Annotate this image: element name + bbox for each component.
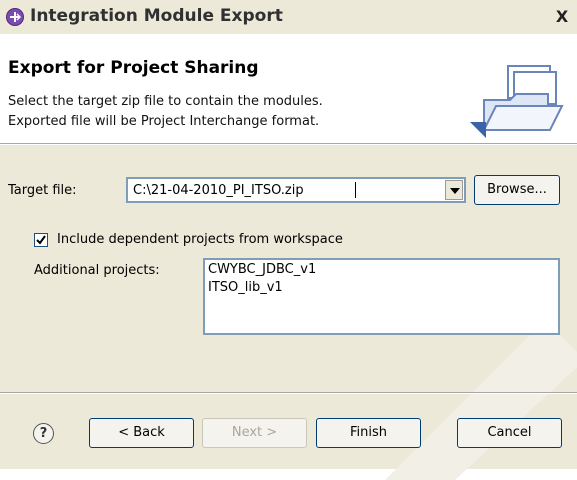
cancel-button[interactable]: Cancel (457, 418, 562, 448)
footer-separator (0, 392, 577, 394)
help-icon[interactable]: ? (33, 423, 54, 444)
additional-projects-list[interactable]: CWYBC_JDBC_v1 ITSO_lib_v1 (203, 258, 560, 335)
target-file-label: Target file: (8, 183, 77, 198)
page-description-line-1: Select the target zip file to contain th… (8, 94, 323, 109)
text-caret (355, 182, 356, 198)
close-button[interactable]: X (551, 7, 573, 28)
next-button[interactable]: Next > (202, 418, 307, 448)
finish-button[interactable]: Finish (316, 418, 421, 448)
page-description-line-2: Exported file will be Project Interchang… (8, 114, 320, 129)
folder-open-icon (470, 60, 566, 146)
back-button[interactable]: < Back (89, 418, 194, 448)
browse-button[interactable]: Browse... (474, 175, 560, 205)
page-title: Export for Project Sharing (8, 58, 259, 78)
include-dependent-checkbox[interactable] (34, 233, 48, 247)
target-file-value[interactable]: C:\21-04-2010_PI_ITSO.zip (133, 183, 304, 198)
additional-projects-label: Additional projects: (34, 263, 160, 278)
list-item[interactable]: CWYBC_JDBC_v1 (208, 262, 316, 277)
checkmark-icon (36, 235, 46, 245)
include-dependent-label[interactable]: Include dependent projects from workspac… (57, 232, 343, 247)
integration-module-icon (6, 8, 24, 26)
list-item[interactable]: ITSO_lib_v1 (208, 280, 283, 295)
chevron-down-icon[interactable] (445, 180, 463, 200)
target-file-combo[interactable]: C:\21-04-2010_PI_ITSO.zip (126, 177, 466, 203)
window-title: Integration Module Export (30, 6, 283, 26)
